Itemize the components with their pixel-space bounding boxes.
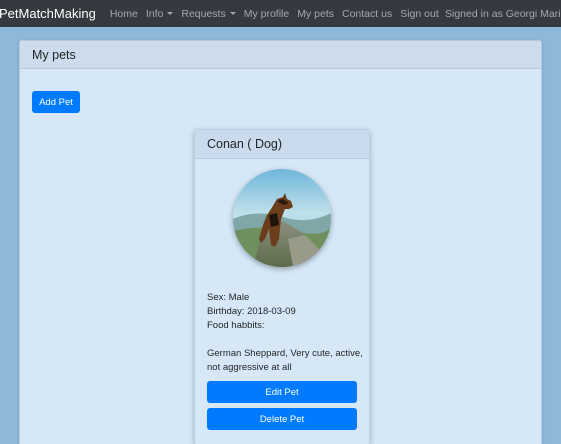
- page-title: My pets: [32, 47, 76, 62]
- pet-birthday: Birthday: 2018-03-09: [207, 306, 296, 317]
- nav-sign-out-label: Sign out: [400, 7, 439, 20]
- pet-title: Conan ( Dog): [207, 137, 283, 151]
- nav-my-profile-label: My profile: [243, 7, 290, 20]
- nav-sign-out[interactable]: Sign out: [400, 8, 439, 20]
- panel-header: My pets: [20, 41, 541, 69]
- dog-photo-image: [233, 169, 331, 267]
- pet-food-habits-label: Food habbits:: [207, 320, 265, 331]
- top-navbar: PetMatchMaking Home Info Requests My pro…: [0, 0, 561, 27]
- caret-down-icon: [167, 12, 174, 15]
- pet-info: Sex: Male Birthday: 2018-03-09 Food habb…: [207, 291, 367, 375]
- caret-down-icon: [229, 12, 236, 15]
- pet-sex: Sex: Male: [207, 292, 250, 303]
- edit-pet-button[interactable]: Edit Pet: [207, 381, 357, 403]
- dog-photo-icon: [233, 169, 331, 267]
- nav-requests-dropdown[interactable]: Requests: [181, 7, 236, 20]
- pet-description: German Sheppard, Very cute, active, not …: [207, 348, 363, 373]
- pet-card: Conan ( Dog) Sex: Male Birthday: 2018-03…: [194, 129, 370, 444]
- my-pets-panel: My pets Add Pet Conan ( Dog) Sex: Male B…: [19, 40, 542, 444]
- nav-contact-us[interactable]: Contact us: [342, 8, 392, 20]
- brand-logo[interactable]: PetMatchMaking: [0, 6, 96, 21]
- nav-my-pets[interactable]: My pets: [297, 8, 334, 20]
- pet-card-header: Conan ( Dog): [195, 130, 369, 159]
- nav-my-pets-label: My pets: [297, 7, 334, 20]
- add-pet-button[interactable]: Add Pet: [32, 91, 80, 113]
- delete-pet-button[interactable]: Delete Pet: [207, 408, 357, 430]
- signed-in-text: Signed in as Georgi Marinov: [445, 7, 561, 20]
- nav-info-dropdown[interactable]: Info: [146, 8, 174, 20]
- nav-contact-us-label: Contact us: [342, 7, 393, 20]
- nav-my-profile[interactable]: My profile: [244, 8, 290, 20]
- nav-info-label: Info: [145, 7, 164, 20]
- nav-home[interactable]: Home: [110, 8, 138, 20]
- nav-requests-label: Requests: [181, 7, 226, 20]
- nav-home-label: Home: [109, 7, 138, 20]
